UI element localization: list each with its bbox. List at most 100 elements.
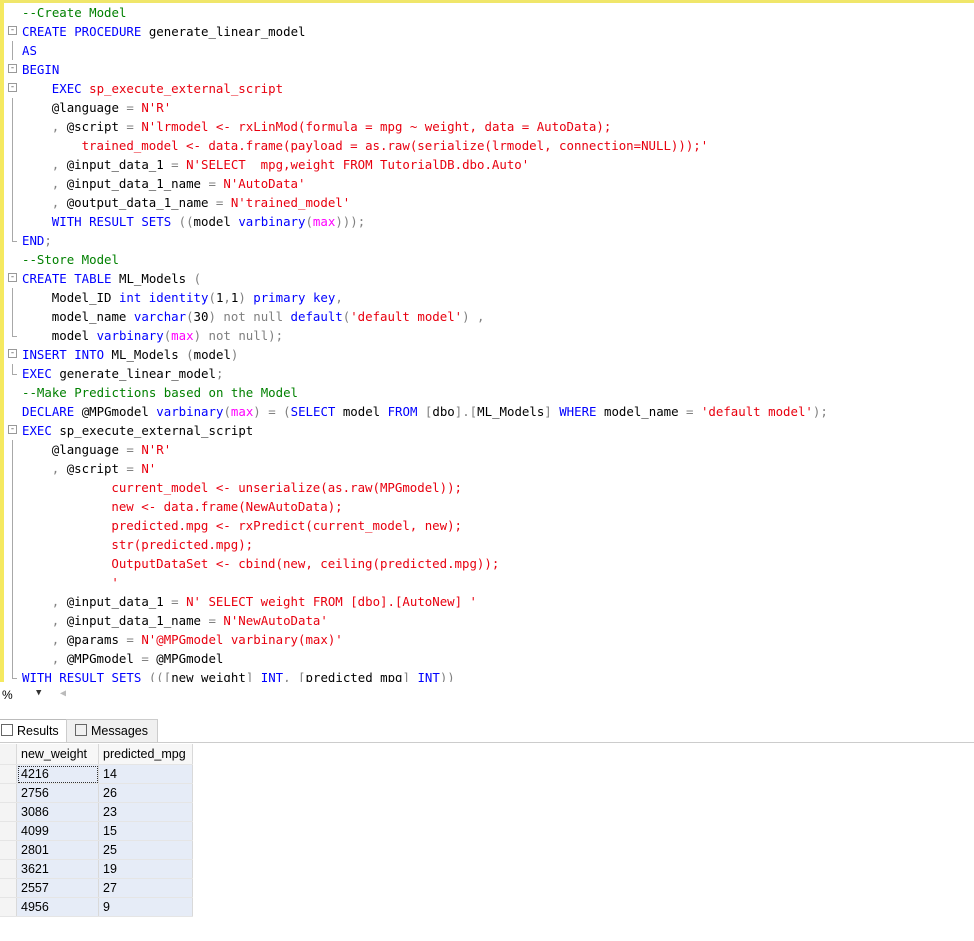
code-line[interactable]: - INSERT INTO ML_Models (model) bbox=[0, 345, 974, 364]
zoom-dropdown-icon[interactable]: ▼ bbox=[36, 688, 41, 698]
row-header[interactable] bbox=[0, 897, 17, 917]
code-line[interactable]: WITH RESULT SETS (([new_weight] INT, [pr… bbox=[0, 668, 974, 682]
code-line[interactable]: model varbinary(max) not null); bbox=[0, 326, 974, 345]
code-text: , @input_data_1_name = N'NewAutoData' bbox=[52, 611, 328, 630]
code-line[interactable]: , @input_data_1_name = N'AutoData' bbox=[0, 174, 974, 193]
code-line[interactable]: --Create Model bbox=[0, 3, 974, 22]
code-line[interactable]: current_model <- unserialize(as.raw(MPGm… bbox=[0, 478, 974, 497]
collapse-icon[interactable]: - bbox=[8, 349, 17, 358]
cell-new-weight[interactable]: 4956 bbox=[16, 897, 99, 917]
row-header[interactable] bbox=[0, 821, 17, 841]
code-line[interactable]: EXEC generate_linear_model; bbox=[0, 364, 974, 383]
table-row[interactable]: 3621 19 bbox=[0, 859, 193, 879]
code-token: SELECT bbox=[290, 404, 343, 419]
cell-predicted-mpg[interactable]: 26 bbox=[98, 783, 193, 803]
code-text: model_name varchar(30) not null default(… bbox=[52, 307, 485, 326]
column-header-predicted-mpg[interactable]: predicted_mpg bbox=[98, 744, 193, 765]
tab-results[interactable]: Results bbox=[0, 719, 68, 742]
code-line[interactable]: , @input_data_1 = N' SELECT weight FROM … bbox=[0, 592, 974, 611]
row-header[interactable] bbox=[0, 783, 17, 803]
cell-predicted-mpg[interactable]: 27 bbox=[98, 878, 193, 898]
code-line[interactable]: DECLARE @MPGmodel varbinary(max) = (SELE… bbox=[0, 402, 974, 421]
table-row[interactable]: 3086 23 bbox=[0, 802, 193, 822]
code-token: INT bbox=[260, 670, 284, 682]
table-row[interactable]: 2557 27 bbox=[0, 878, 193, 898]
row-header-corner[interactable] bbox=[0, 744, 17, 765]
code-line[interactable]: - CREATE TABLE ML_Models ( bbox=[0, 269, 974, 288]
zoom-level[interactable]: % bbox=[2, 688, 13, 702]
column-header-new-weight[interactable]: new_weight bbox=[16, 744, 99, 765]
code-line[interactable]: - EXEC sp_execute_external_script bbox=[0, 79, 974, 98]
code-line[interactable]: predicted.mpg <- rxPredict(current_model… bbox=[0, 516, 974, 535]
code-token: , bbox=[51, 613, 67, 628]
code-line[interactable]: , @script = N'lrmodel <- rxLinMod(formul… bbox=[0, 117, 974, 136]
cell-predicted-mpg[interactable]: 23 bbox=[98, 802, 193, 822]
code-line[interactable]: Model_ID int identity(1,1) primary key, bbox=[0, 288, 974, 307]
row-header[interactable] bbox=[0, 840, 17, 860]
cell-new-weight[interactable]: 2557 bbox=[16, 878, 99, 898]
cell-new-weight[interactable]: 2756 bbox=[16, 783, 99, 803]
code-line[interactable]: new <- data.frame(NewAutoData); bbox=[0, 497, 974, 516]
code-line[interactable]: --Make Predictions based on the Model bbox=[0, 383, 974, 402]
code-token: not null bbox=[208, 328, 269, 343]
code-line[interactable]: ' bbox=[0, 573, 974, 592]
table-row[interactable]: 4216 14 bbox=[0, 764, 193, 784]
code-line[interactable]: @language = N'R' bbox=[0, 98, 974, 117]
outline-guide bbox=[12, 174, 13, 193]
code-line[interactable]: , @script = N' bbox=[0, 459, 974, 478]
editor-status-bar: % ▼ ◀ bbox=[0, 682, 974, 708]
code-line[interactable]: model_name varchar(30) not null default(… bbox=[0, 307, 974, 326]
code-line[interactable]: --Store Model bbox=[0, 250, 974, 269]
code-line[interactable]: @language = N'R' bbox=[0, 440, 974, 459]
cell-new-weight[interactable]: 4216 bbox=[16, 764, 99, 784]
row-header[interactable] bbox=[0, 878, 17, 898]
cell-predicted-mpg[interactable]: 19 bbox=[98, 859, 193, 879]
cell-predicted-mpg[interactable]: 15 bbox=[98, 821, 193, 841]
code-token: varbinary bbox=[238, 214, 306, 229]
code-line[interactable]: - EXEC sp_execute_external_script bbox=[0, 421, 974, 440]
results-grid[interactable]: new_weight predicted_mpg 4216 14 2756 26 308… bbox=[0, 744, 193, 917]
code-line[interactable]: WITH RESULT SETS ((model varbinary(max))… bbox=[0, 212, 974, 231]
collapse-icon[interactable]: - bbox=[8, 64, 17, 73]
code-line[interactable]: , @params = N'@MPGmodel varbinary(max)' bbox=[0, 630, 974, 649]
row-header[interactable] bbox=[0, 859, 17, 879]
row-header[interactable] bbox=[0, 764, 17, 784]
scroll-left-icon[interactable]: ◀ bbox=[60, 688, 66, 699]
code-token: CREATE TABLE bbox=[22, 271, 119, 286]
code-line[interactable]: OutputDataSet <- cbind(new, ceiling(pred… bbox=[0, 554, 974, 573]
cell-predicted-mpg[interactable]: 9 bbox=[98, 897, 193, 917]
query-editor[interactable]: --Create Model - CREATE PROCEDURE generate… bbox=[0, 0, 974, 682]
outline-guide bbox=[12, 516, 13, 535]
cell-new-weight[interactable]: 4099 bbox=[16, 821, 99, 841]
code-line[interactable]: str(predicted.mpg); bbox=[0, 535, 974, 554]
collapse-icon[interactable]: - bbox=[8, 425, 17, 434]
table-row[interactable]: 4099 15 bbox=[0, 821, 193, 841]
collapse-icon[interactable]: - bbox=[8, 83, 17, 92]
table-row[interactable]: 2801 25 bbox=[0, 840, 193, 860]
cell-predicted-mpg[interactable]: 25 bbox=[98, 840, 193, 860]
code-line[interactable]: - BEGIN bbox=[0, 60, 974, 79]
code-text: WITH RESULT SETS ((model varbinary(max))… bbox=[52, 212, 365, 231]
code-line[interactable]: - CREATE PROCEDURE generate_linear_model bbox=[0, 22, 974, 41]
cell-new-weight[interactable]: 2801 bbox=[16, 840, 99, 860]
code-line[interactable]: END; bbox=[0, 231, 974, 250]
cell-new-weight[interactable]: 3086 bbox=[16, 802, 99, 822]
collapse-icon[interactable]: - bbox=[8, 273, 17, 282]
code-token: ( bbox=[186, 309, 194, 324]
code-token: N' bbox=[141, 461, 157, 476]
code-line[interactable]: AS bbox=[0, 41, 974, 60]
cell-new-weight[interactable]: 3621 bbox=[16, 859, 99, 879]
row-header[interactable] bbox=[0, 802, 17, 822]
code-line[interactable]: trained_model <- data.frame(payload = as… bbox=[0, 136, 974, 155]
code-token: new <- data.frame(NewAutoData); bbox=[111, 499, 343, 514]
code-line[interactable]: , @input_data_1 = N'SELECT mpg,weight FR… bbox=[0, 155, 974, 174]
code-line[interactable]: , @output_data_1_name = N'trained_model' bbox=[0, 193, 974, 212]
code-line[interactable]: , @input_data_1_name = N'NewAutoData' bbox=[0, 611, 974, 630]
code-line[interactable]: , @MPGmodel = @MPGmodel bbox=[0, 649, 974, 668]
collapse-icon[interactable]: - bbox=[8, 26, 17, 35]
code-token: ML_Models bbox=[477, 404, 545, 419]
table-row[interactable]: 2756 26 bbox=[0, 783, 193, 803]
tab-messages[interactable]: Messages bbox=[66, 719, 158, 743]
cell-predicted-mpg[interactable]: 14 bbox=[98, 764, 193, 784]
table-row[interactable]: 4956 9 bbox=[0, 897, 193, 917]
